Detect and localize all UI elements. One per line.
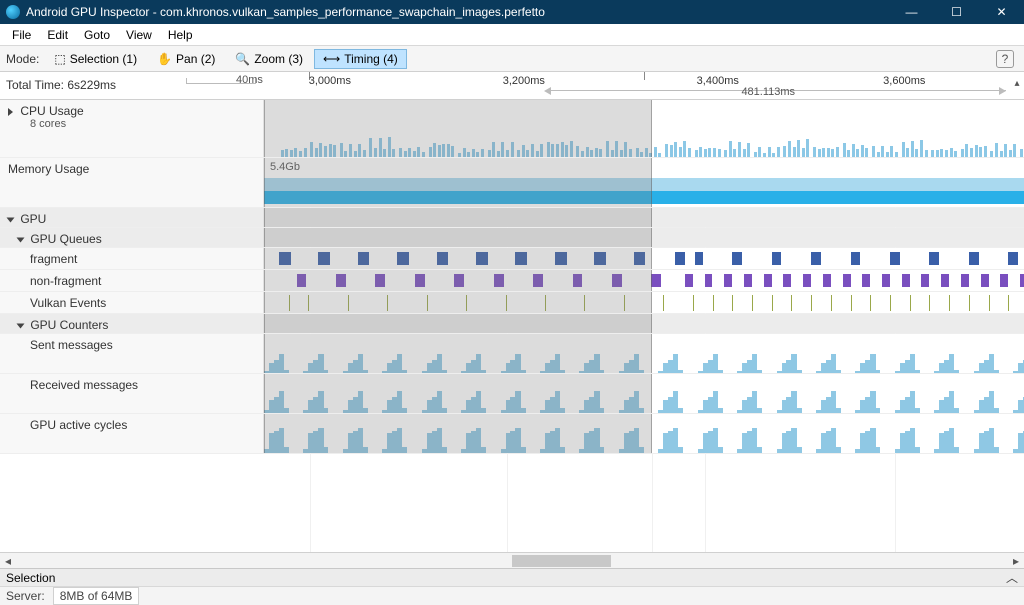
- caret-down-icon: [7, 217, 15, 222]
- menu-help[interactable]: Help: [160, 26, 201, 44]
- track-sent-messages[interactable]: [264, 334, 1024, 373]
- selection-panel-header[interactable]: Selection ︿: [0, 568, 1024, 586]
- ruler-icon: ⟷: [323, 52, 340, 66]
- mode-label: Mode:: [6, 52, 39, 66]
- track-label-fragment[interactable]: fragment: [0, 248, 264, 269]
- statusbar: Server: 8MB of 64MB: [0, 586, 1024, 605]
- scroll-left-button[interactable]: ◂: [0, 554, 16, 568]
- menubar: File Edit Goto View Help: [0, 24, 1024, 46]
- memory-band-2: [264, 191, 1024, 204]
- menu-file[interactable]: File: [4, 26, 39, 44]
- scroll-right-button[interactable]: ▸: [1008, 554, 1024, 568]
- cpu-cores-label: 8 cores: [8, 118, 255, 130]
- track-label-nonfragment[interactable]: non-fragment: [0, 270, 264, 291]
- track-header-gpu-counters[interactable]: GPU Counters: [0, 314, 264, 333]
- menu-edit[interactable]: Edit: [39, 26, 76, 44]
- app-icon: [6, 5, 20, 19]
- memory-band-1: [264, 178, 1024, 191]
- track-header-gpu-queues[interactable]: GPU Queues: [0, 228, 264, 247]
- ruler-tick: 3,400ms: [697, 75, 739, 87]
- timeline-main: CPU Usage 8 cores Memory Usage 5.4Gb GPU: [0, 100, 1024, 552]
- range-arrow-left: [540, 87, 551, 95]
- magnifier-icon: 🔍: [235, 52, 250, 66]
- scroll-up-button[interactable]: ▴: [1012, 78, 1022, 89]
- track-label-sent-messages[interactable]: Sent messages: [0, 334, 264, 373]
- scrollbar-thumb[interactable]: [512, 555, 611, 567]
- chevron-up-icon[interactable]: ︿: [1006, 569, 1018, 586]
- mode-toolbar: Mode: ⬚Selection (1) ✋Pan (2) 🔍Zoom (3) …: [0, 46, 1024, 72]
- track-fragment[interactable]: [264, 248, 1024, 269]
- ruler-track[interactable]: 3,000ms 3,200ms 3,400ms 3,600ms 481.113m…: [264, 72, 1010, 99]
- caret-icon: [8, 108, 13, 116]
- close-button[interactable]: ✕: [979, 0, 1024, 24]
- window-title: Android GPU Inspector - com.khronos.vulk…: [26, 5, 889, 19]
- track-gpu-counters-gutter: [264, 314, 1024, 333]
- time-ruler[interactable]: Total Time: 6s229ms 40ms 3,000ms 3,200ms…: [0, 72, 1024, 100]
- range-arrow-right: [999, 87, 1010, 95]
- track-label-memory[interactable]: Memory Usage: [0, 158, 264, 207]
- ruler-tick: 3,200ms: [503, 75, 545, 87]
- track-cpu-usage[interactable]: [264, 100, 1024, 157]
- menu-goto[interactable]: Goto: [76, 26, 118, 44]
- track-label-vulkan-events[interactable]: Vulkan Events: [0, 292, 264, 313]
- selection-panel-title: Selection: [6, 571, 55, 585]
- track-header-gpu[interactable]: GPU: [0, 208, 264, 227]
- ruler-tick: 3,000ms: [309, 75, 351, 87]
- titlebar: Android GPU Inspector - com.khronos.vulk…: [0, 0, 1024, 24]
- help-button[interactable]: ?: [996, 50, 1014, 68]
- server-label: Server:: [6, 589, 45, 603]
- scale-indicator-label: 40ms: [236, 74, 263, 86]
- track-gpu-header-gutter: [264, 208, 1024, 227]
- menu-view[interactable]: View: [118, 26, 160, 44]
- memory-value-label: 5.4Gb: [270, 161, 300, 173]
- minimize-button[interactable]: —: [889, 0, 934, 24]
- track-received-messages[interactable]: [264, 374, 1024, 413]
- horizontal-scrollbar[interactable]: ◂ ▸: [0, 552, 1024, 568]
- mode-selection[interactable]: ⬚Selection (1): [45, 49, 146, 69]
- mode-zoom[interactable]: 🔍Zoom (3): [226, 49, 312, 69]
- mode-timing[interactable]: ⟷Timing (4): [314, 49, 407, 69]
- track-gpu-active-cycles[interactable]: [264, 414, 1024, 453]
- server-memory[interactable]: 8MB of 64MB: [53, 587, 140, 605]
- range-label: 481.113ms: [741, 86, 795, 98]
- caret-down-icon: [17, 323, 25, 328]
- maximize-button[interactable]: ☐: [934, 0, 979, 24]
- mode-pan[interactable]: ✋Pan (2): [148, 49, 224, 69]
- scrollbar-track[interactable]: [16, 553, 1008, 568]
- hand-icon: ✋: [157, 52, 172, 66]
- track-nonfragment[interactable]: [264, 270, 1024, 291]
- track-gpu-queues-gutter: [264, 228, 1024, 247]
- total-time-label: Total Time: 6s229ms: [6, 78, 116, 92]
- track-label-gpu-active-cycles[interactable]: GPU active cycles: [0, 414, 264, 453]
- track-label-cpu-usage[interactable]: CPU Usage 8 cores: [0, 100, 264, 157]
- track-vulkan-events[interactable]: [264, 292, 1024, 313]
- track-memory[interactable]: 5.4Gb: [264, 158, 1024, 207]
- cursor-icon: ⬚: [54, 52, 65, 66]
- caret-down-icon: [17, 237, 25, 242]
- ruler-tick: 3,600ms: [883, 75, 925, 87]
- track-label-received-messages[interactable]: Received messages: [0, 374, 264, 413]
